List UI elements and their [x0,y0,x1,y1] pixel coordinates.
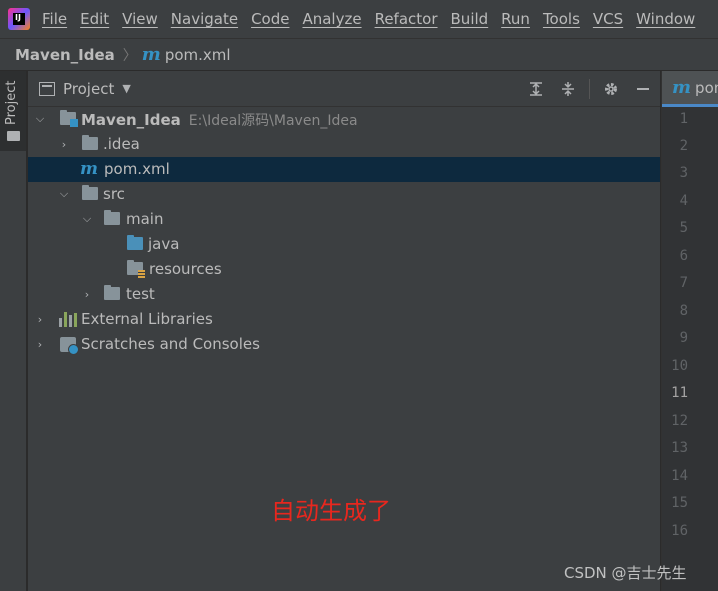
editor-area: m pom 1 2 3 4 5 6 7 8 9 10 11 12 13 14 1… [661,71,718,591]
menu-build[interactable]: Build [451,10,489,28]
editor-tab-label: pom [695,78,718,97]
menu-tools[interactable]: Tools [543,10,580,28]
toolbar-divider [589,79,590,99]
maven-m-icon: m [672,76,692,98]
tree-item-pom-label: pom.xml [104,160,170,178]
scratches-icon [60,337,79,355]
resources-folder-icon [127,260,145,278]
maven-m-icon: m [80,159,98,179]
project-toolwindow-button[interactable]: Project [0,71,26,151]
menu-vcs[interactable]: VCS [593,10,623,28]
expand-all-icon[interactable] [525,78,547,100]
project-toolwindow-label: Project [4,80,19,125]
intellij-logo-icon: IJ [8,8,30,30]
tree-item-resources-label: resources [149,260,222,278]
menu-navigate[interactable]: Navigate [171,10,238,28]
tree-item-test-label: test [126,285,155,303]
breadcrumb-separator-icon: 〉 [122,47,137,64]
menu-view[interactable]: View [122,10,158,28]
folder-icon [104,285,120,300]
hide-icon[interactable] [632,78,654,100]
folder-icon [82,135,98,150]
line-number: 12 [671,413,688,429]
line-number: 6 [679,248,688,264]
folder-icon [104,210,120,225]
line-number: 7 [679,275,688,291]
collapse-all-icon[interactable] [557,78,579,100]
chevron-right-icon[interactable]: › [81,288,93,301]
tree-item-scratches[interactable]: › Scratches and Consoles [28,332,660,357]
watermark: CSDN @吉士先生 [564,564,687,582]
line-number: 9 [679,330,688,346]
tree-item-src-label: src [103,185,125,203]
menu-edit[interactable]: Edit [80,10,109,28]
current-line-number: 11 [671,385,688,401]
line-number: 10 [671,358,688,374]
tree-item-java[interactable]: java [28,232,660,257]
chevron-right-icon[interactable]: › [58,138,70,151]
chevron-right-icon[interactable]: › [34,338,46,351]
library-icon [59,312,77,327]
line-number: 2 [679,138,688,154]
tree-item-idea-label: .idea [103,135,140,153]
line-number: 4 [679,193,688,209]
tree-item-external-libraries-label: External Libraries [81,310,213,328]
breadcrumb-project[interactable]: Maven_Idea [15,46,115,64]
menu-code[interactable]: Code [251,10,289,28]
module-folder-icon [60,110,78,127]
chevron-down-icon[interactable]: ⌵ [58,187,70,200]
tree-item-root[interactable]: ⌵ Maven_Idea E:\Ideal源码\Maven_Idea [28,107,660,132]
menu-analyze[interactable]: Analyze [302,10,361,28]
project-tree: ⌵ Maven_Idea E:\Ideal源码\Maven_Idea › .ide… [28,107,660,357]
project-view-icon [39,81,55,96]
menu-window[interactable]: Window [636,10,695,28]
tree-item-resources[interactable]: resources [28,257,660,282]
menu-refactor[interactable]: Refactor [375,10,438,28]
gear-icon[interactable] [600,78,622,100]
breadcrumb-file[interactable]: pom.xml [165,46,231,64]
project-panel: Project ▼ ⌵ Maven_Idea E:\Ideal源码\Maven_I… [28,71,660,591]
chevron-down-icon[interactable]: ▼ [122,82,130,95]
line-number: 1 [679,111,688,127]
tree-item-idea[interactable]: › .idea [28,132,660,157]
folder-icon [7,131,20,141]
line-number: 5 [679,220,688,236]
line-number: 15 [671,495,688,511]
tree-item-java-label: java [148,235,180,253]
source-folder-icon [127,235,143,250]
tree-item-scratches-label: Scratches and Consoles [81,335,260,353]
tree-item-root-path: E:\Ideal源码\Maven_Idea [188,113,358,129]
menu-run[interactable]: Run [501,10,530,28]
chevron-down-icon[interactable]: ⌵ [81,212,93,225]
tree-item-src[interactable]: ⌵ src [28,182,660,207]
chevron-right-icon[interactable]: › [34,313,46,326]
menu-bar: IJ File Edit View Navigate Code Analyze … [0,0,718,38]
menu-file[interactable]: File [42,10,67,28]
tree-item-main[interactable]: ⌵ main [28,207,660,232]
breadcrumb: Maven_Idea 〉 m pom.xml [0,38,718,71]
chevron-down-icon[interactable]: ⌵ [34,112,46,125]
line-number: 3 [679,165,688,181]
left-tool-strip: Project [0,71,27,591]
project-panel-actions [515,71,654,107]
project-panel-header: Project ▼ [28,71,660,107]
line-number: 14 [671,468,688,484]
tree-item-main-label: main [126,210,164,228]
line-number: 8 [679,303,688,319]
tree-item-test[interactable]: › test [28,282,660,307]
project-panel-title[interactable]: Project [63,80,114,98]
line-number-gutter: 1 2 3 4 5 6 7 8 9 10 11 12 13 14 15 16 [662,107,718,591]
editor-tab-pom[interactable]: m pom [662,71,718,107]
line-number: 13 [671,440,688,456]
annotation-text: 自动生成了 [271,497,391,525]
folder-icon [82,185,98,200]
tree-item-root-label: Maven_Idea [81,111,181,129]
tree-item-external-libraries[interactable]: › External Libraries [28,307,660,332]
maven-m-icon: m [141,43,161,65]
tree-item-root-label-group: Maven_Idea E:\Ideal源码\Maven_Idea [81,110,358,130]
line-number: 16 [671,523,688,539]
tree-item-pom[interactable]: m pom.xml [28,157,660,182]
